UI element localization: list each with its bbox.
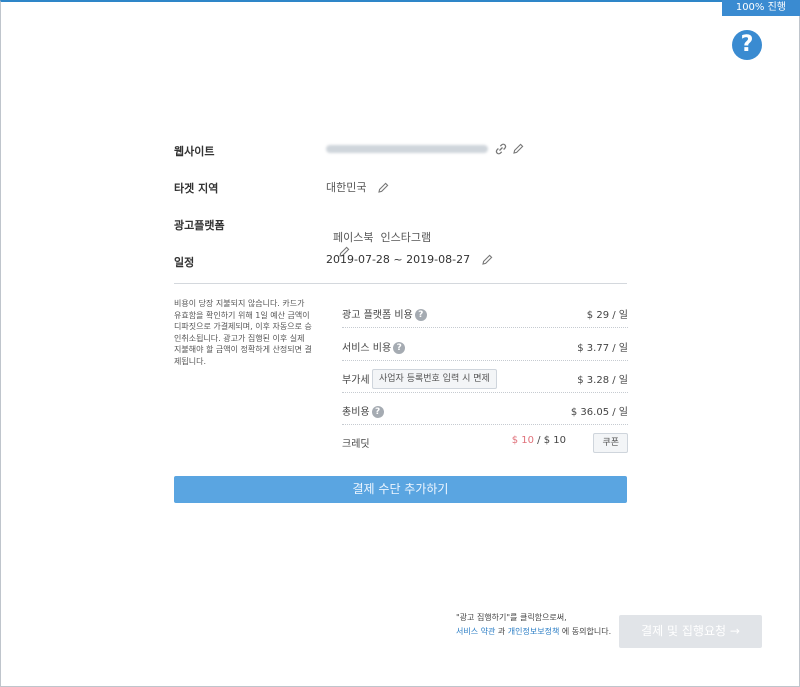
add-payment-method-button[interactable]: 결제 수단 추가하기: [174, 476, 627, 503]
cost-label: 부가세: [342, 375, 370, 386]
website-value: [326, 142, 525, 156]
cost-row-service: 서비스 비용? $ 3.77 / 일: [342, 332, 628, 361]
consent-line1: "광고 집행하기"를 클릭함으로써,: [456, 613, 567, 622]
terms-link[interactable]: 서비스 약관: [456, 627, 495, 636]
edit-pencil-icon[interactable]: [376, 181, 390, 195]
schedule-field: 2019-07-28 ~ 2019-08-27: [326, 253, 494, 267]
question-icon[interactable]: ?: [414, 309, 427, 321]
target-region-value: 대한민국: [326, 181, 367, 194]
cost-row-vat: 부가세 사업자 등록번호 입력 시 면제 $ 3.28 / 일: [342, 364, 628, 393]
cost-row-platform: 광고 플랫폼 비용? $ 29 / 일: [342, 299, 628, 328]
cost-value: $ 3.77 / 일: [577, 343, 628, 354]
payment-note: 비용이 당장 지불되지 않습니다. 카드가 유효함을 확인하기 위해 1일 예산…: [174, 299, 312, 366]
credit-total: / $ 10: [534, 435, 566, 446]
credit-value: $ 10 / $ 10: [512, 435, 566, 446]
question-icon[interactable]: ?: [393, 342, 406, 354]
submit-payment-button[interactable]: 결제 및 집행요청 →: [619, 615, 762, 648]
ad-platform-value: 페이스북 인스타그램: [333, 231, 432, 244]
schedule-label: 일정: [174, 256, 195, 269]
target-region-field: 대한민국: [326, 179, 390, 195]
cost-label: 광고 플랫폼 비용?: [342, 306, 427, 321]
edit-pencil-icon[interactable]: [480, 253, 494, 267]
schedule-value: 2019-07-28 ~ 2019-08-27: [326, 253, 471, 266]
cost-label: 서비스 비용?: [342, 339, 406, 354]
question-icon[interactable]: ?: [371, 406, 384, 418]
link-icon[interactable]: [494, 142, 508, 156]
cost-label: 총비용?: [342, 403, 384, 418]
credit-used: $ 10: [511, 435, 534, 446]
cost-label: 크레딧: [342, 439, 370, 450]
cost-value: $ 3.28 / 일: [577, 375, 628, 386]
progress-badge: 100% 진행: [721, 0, 800, 16]
website-url-blurred: [326, 145, 488, 153]
target-region-label: 타겟 지역: [174, 182, 219, 195]
edit-pencil-icon[interactable]: [511, 142, 525, 156]
help-icon[interactable]: ?: [732, 30, 762, 60]
website-label: 웹사이트: [174, 145, 215, 158]
privacy-link[interactable]: 개인정보보정책: [508, 627, 560, 636]
business-number-button[interactable]: 사업자 등록번호 입력 시 면제: [372, 369, 497, 389]
consent-text: "광고 집행하기"를 클릭함으로써, 서비스 약관 과 개인정보보정책 에 동의…: [456, 612, 611, 638]
cost-value: $ 36.05 / 일: [570, 407, 628, 418]
cost-value: $ 29 / 일: [586, 310, 628, 321]
section-divider: [174, 283, 627, 284]
cost-row-total: 총비용? $ 36.05 / 일: [342, 396, 628, 425]
consent-and: 과: [495, 627, 508, 636]
cost-row-credit: 크레딧 $ 10 / $ 10 쿠폰: [342, 428, 628, 456]
coupon-button[interactable]: 쿠폰: [593, 433, 628, 453]
ad-platform-label: 광고플랫폼: [174, 219, 225, 232]
consent-tail: 에 동의합니다.: [559, 627, 612, 636]
